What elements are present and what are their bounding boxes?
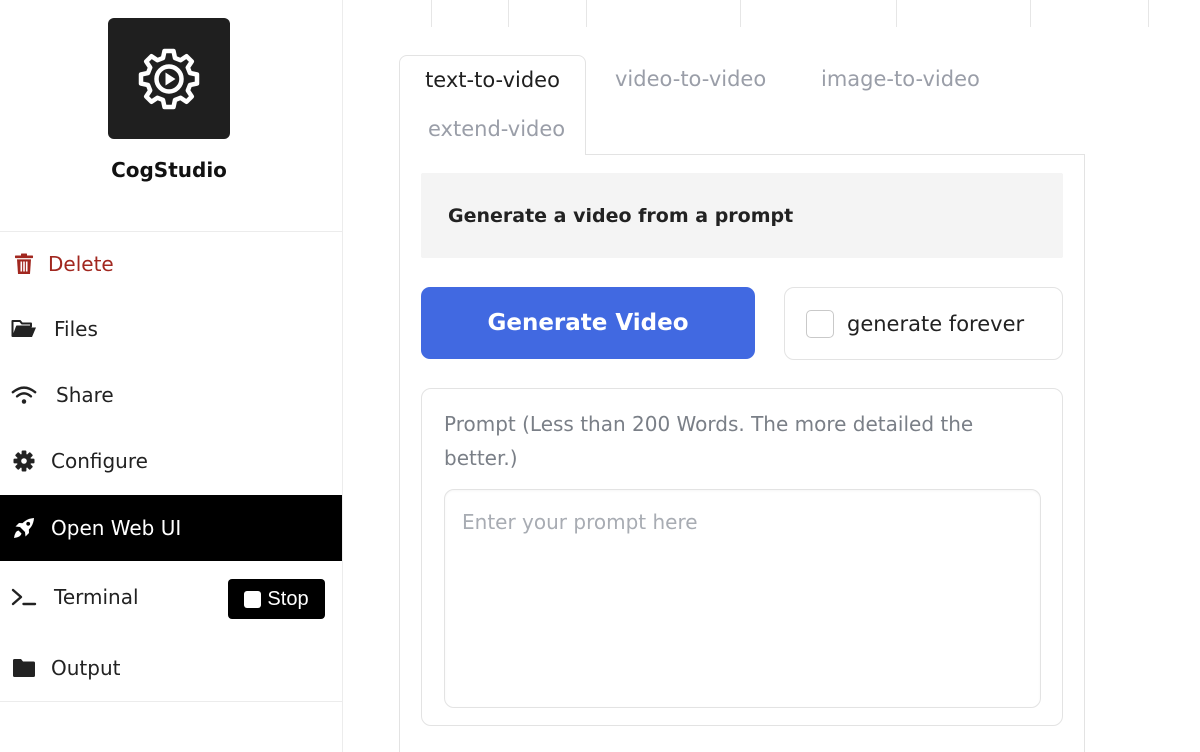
divider [896, 0, 897, 27]
generate-forever-option[interactable]: generate forever [784, 287, 1063, 360]
sidebar: CogStudio Delete Files Share Configure O… [0, 0, 343, 752]
divider [431, 0, 432, 27]
gear-icon [11, 448, 37, 474]
sidebar-item-output[interactable]: Output [0, 636, 342, 700]
app-name: CogStudio [111, 158, 227, 182]
gear-play-icon [138, 48, 200, 109]
app-header: CogStudio [0, 0, 342, 232]
description-block: Generate a video from a prompt [421, 173, 1063, 258]
divider [508, 0, 509, 27]
terminal-icon [11, 584, 37, 610]
divider [586, 0, 587, 27]
description-text: Generate a video from a prompt [448, 204, 794, 227]
folder-open-icon [11, 316, 37, 342]
stop-button[interactable]: Stop [228, 579, 325, 619]
folder-icon [11, 655, 37, 681]
sidebar-item-label: Terminal [54, 585, 139, 609]
trash-icon [11, 251, 37, 277]
sidebar-item-share[interactable]: Share [0, 363, 342, 427]
sidebar-item-label: Delete [48, 252, 114, 276]
generate-forever-label: generate forever [847, 311, 1025, 336]
divider [1148, 0, 1149, 27]
tab-image-to-video[interactable]: image-to-video [821, 67, 980, 91]
sidebar-item-delete[interactable]: Delete [0, 232, 342, 296]
sidebar-item-label: Share [56, 383, 114, 407]
app-logo [108, 18, 230, 139]
generate-forever-checkbox[interactable] [806, 310, 834, 338]
sidebar-item-files[interactable]: Files [0, 297, 342, 361]
prompt-block: Prompt (Less than 200 Words. The more de… [421, 388, 1063, 726]
wifi-icon [11, 382, 37, 408]
sidebar-item-label: Open Web UI [51, 516, 182, 540]
sidebar-item-label: Output [51, 656, 121, 680]
rocket-icon [11, 515, 37, 541]
sidebar-item-label: Files [54, 317, 98, 341]
divider [0, 701, 342, 702]
sidebar-item-open-web-ui[interactable]: Open Web UI [0, 495, 342, 561]
stop-icon [244, 590, 262, 608]
sidebar-item-configure[interactable]: Configure [0, 429, 342, 493]
prompt-label: Prompt (Less than 200 Words. The more de… [444, 412, 974, 470]
stop-button-label: Stop [267, 587, 309, 610]
tab-extend-video[interactable]: extend-video [428, 117, 565, 141]
generate-video-button[interactable]: Generate Video [421, 287, 755, 359]
sidebar-item-label: Configure [51, 449, 148, 473]
divider [740, 0, 741, 27]
tab-video-to-video[interactable]: video-to-video [615, 67, 766, 91]
prompt-input[interactable] [444, 489, 1041, 708]
divider [1030, 0, 1031, 27]
